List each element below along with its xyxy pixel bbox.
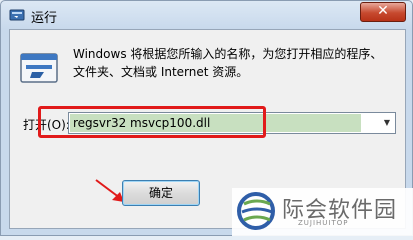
run-program-icon xyxy=(20,53,58,83)
red-highlight-box xyxy=(38,106,266,138)
close-icon: ✕ xyxy=(377,3,389,19)
description-line-2: 文件夹、文档或 Internet 资源。 xyxy=(73,65,249,79)
window-title: 运行 xyxy=(31,11,58,26)
description: Windows 将根据您所输入的名称，为您打开相应的程序、 文件夹、文档或 In… xyxy=(73,45,393,81)
run-app-icon xyxy=(9,9,25,21)
watermark: 际会软件园 ZUJIHUITOP xyxy=(232,188,413,236)
ok-button[interactable]: 确定 xyxy=(122,180,200,206)
description-line-1: Windows 将根据您所输入的名称，为您打开相应的程序、 xyxy=(73,47,383,61)
watermark-logo-icon xyxy=(237,192,275,230)
close-button[interactable]: ✕ xyxy=(360,2,406,22)
title-bar[interactable]: 运行 ✕ xyxy=(1,1,412,29)
dropdown-arrow-icon[interactable]: ▼ xyxy=(379,113,395,133)
watermark-subtitle: ZUJIHUITOP xyxy=(298,219,349,227)
